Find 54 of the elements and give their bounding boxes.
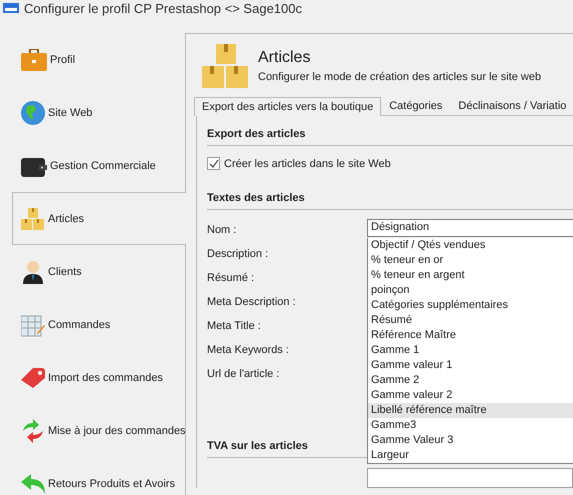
boxes-icon	[21, 208, 45, 230]
briefcase-icon	[21, 48, 47, 70]
sidebar-item[interactable]: Gestion Commerciale	[12, 139, 185, 192]
field-label: Url de l'article :	[207, 368, 280, 380]
checkbox-label: Créer les articles dans le site Web	[224, 158, 391, 170]
sidebar-item[interactable]: Articles	[12, 192, 186, 245]
input-field[interactable]	[367, 468, 573, 488]
dropdown-option[interactable]: % teneur en argent	[368, 268, 573, 283]
boxes-icon	[202, 44, 250, 88]
sidebar-item[interactable]: Commandes	[12, 298, 185, 351]
section-heading: Textes des articles	[207, 192, 305, 204]
dropdown-option[interactable]: poinçon	[368, 283, 573, 298]
field-label: Meta Description :	[207, 296, 297, 308]
dropdown-option[interactable]: Référence Maître	[368, 328, 573, 343]
dropdown-option[interactable]: Gamme valeur 1	[368, 358, 573, 373]
tab[interactable]: Catégories	[381, 96, 450, 115]
sidebar-item[interactable]: Retours Produits et Avoirs	[12, 457, 185, 495]
dropdown-option[interactable]: Objectif / Qtés vendues	[368, 238, 573, 253]
tab[interactable]: Déclinaisons / Variatio	[450, 96, 568, 115]
sidebar-item[interactable]: Import des commandes	[12, 351, 185, 404]
dropdown-option[interactable]: Libellé référence maître	[368, 403, 573, 418]
field-label: Description :	[207, 248, 270, 260]
page-subtitle: Configurer le mode de création des articles sur le site web	[258, 71, 542, 83]
dropdown-option[interactable]: % teneur en or	[368, 253, 573, 268]
dropdown-option[interactable]: Gamme valeur 2	[368, 388, 573, 403]
dropdown-field[interactable]: Désignation	[367, 219, 573, 237]
sidebar-item[interactable]: Mise à jour des commandes	[12, 404, 185, 457]
field-label: Résumé :	[207, 272, 256, 284]
sidebar-item[interactable]: Site Web	[12, 86, 185, 139]
field-label: Meta Title :	[207, 320, 262, 332]
tab[interactable]: Export des articles vers la boutique	[194, 97, 382, 116]
dropdown-option[interactable]: Catégories supplémentaires	[368, 298, 573, 313]
dropdown-option[interactable]: Gamme 2	[368, 373, 573, 388]
section-heading: Export des articles	[207, 128, 306, 140]
globe-icon	[21, 100, 45, 124]
sidebar-item[interactable]: Clients	[12, 245, 185, 298]
spreadsheet-icon	[21, 312, 45, 336]
section-heading: TVA sur les articles	[207, 440, 308, 452]
sync-arrows-icon	[21, 418, 45, 442]
field-label: Nom :	[207, 224, 238, 236]
window-title: Configurer le profil CP Prestashop <> Sage100c	[24, 0, 302, 16]
checkbox[interactable]	[207, 157, 220, 170]
person-icon	[21, 260, 45, 284]
price-tag-icon	[21, 368, 45, 388]
dropdown-option[interactable]: Gamme3	[368, 418, 573, 433]
app-logo-icon	[3, 3, 19, 13]
dropdown-option[interactable]: Largeur	[368, 448, 573, 463]
return-arrow-icon	[21, 474, 45, 494]
dropdown-option[interactable]: Gamme 1	[368, 343, 573, 358]
dropdown-option[interactable]: Gamme Valeur 3	[368, 433, 573, 448]
sidebar-item[interactable]: Profil	[12, 33, 185, 86]
dropdown-option[interactable]: Résumé	[368, 313, 573, 328]
field-label: Meta Keywords :	[207, 344, 290, 356]
page-title: Articles	[258, 49, 312, 67]
